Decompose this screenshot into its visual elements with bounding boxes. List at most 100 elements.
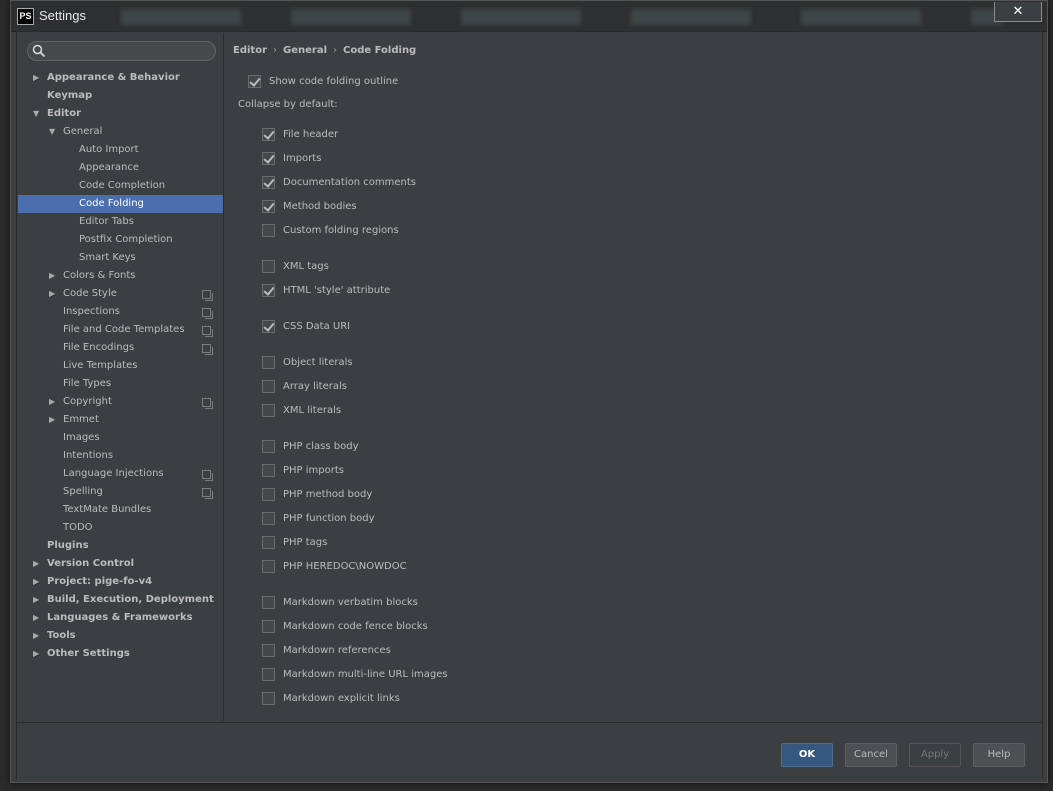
tree-item-intentions[interactable]: Intentions [18, 447, 223, 465]
option-label: PHP tags [283, 537, 328, 548]
tree-item-textmate-bundles[interactable]: TextMate Bundles [18, 501, 223, 519]
option-checkbox[interactable] [262, 464, 275, 477]
tree-item-postfix-completion[interactable]: Postfix Completion [18, 231, 223, 249]
expand-arrow-right-icon[interactable]: ▶ [33, 591, 39, 609]
phpstorm-logo-icon: PS [17, 8, 34, 25]
close-button[interactable]: ✕ [994, 2, 1042, 22]
tree-item-language-injections[interactable]: Language Injections [18, 465, 223, 483]
tree-item-label: TODO [63, 522, 93, 533]
tree-item-general[interactable]: ▼ General [18, 123, 223, 141]
expand-arrow-right-icon[interactable]: ▶ [33, 627, 39, 645]
tree-item-project-pige-fo-v4[interactable]: ▶ Project: pige-fo-v4 [18, 573, 223, 591]
tree-item-editor[interactable]: ▼ Editor [18, 105, 223, 123]
tree-item-languages-frameworks[interactable]: ▶ Languages & Frameworks [18, 609, 223, 627]
ok-button[interactable]: OK [781, 743, 833, 767]
tree-item-live-templates[interactable]: Live Templates [18, 357, 223, 375]
tree-item-label: Project: pige-fo-v4 [47, 576, 153, 587]
tree-item-file-types[interactable]: File Types [18, 375, 223, 393]
option-checkbox[interactable] [262, 260, 275, 273]
tree-item-label: Postfix Completion [79, 234, 173, 245]
search-icon [32, 44, 46, 58]
search-input[interactable] [48, 43, 212, 59]
tree-item-auto-import[interactable]: Auto Import [18, 141, 223, 159]
option-checkbox[interactable] [262, 644, 275, 657]
option-checkbox[interactable] [262, 380, 275, 393]
option-checkbox[interactable] [262, 512, 275, 525]
tree-item-file-encodings[interactable]: File Encodings [18, 339, 223, 357]
tree-item-smart-keys[interactable]: Smart Keys [18, 249, 223, 267]
option-checkbox[interactable] [262, 440, 275, 453]
option-checkbox[interactable] [262, 176, 275, 189]
option-checkbox[interactable] [262, 692, 275, 705]
option-checkbox[interactable] [262, 596, 275, 609]
option-checkbox[interactable] [262, 224, 275, 237]
show-outline-checkbox[interactable] [248, 75, 261, 88]
tree-item-other-settings[interactable]: ▶ Other Settings [18, 645, 223, 663]
tree-item-emmet[interactable]: ▶ Emmet [18, 411, 223, 429]
expand-arrow-right-icon[interactable]: ▶ [33, 573, 39, 591]
tree-item-colors-fonts[interactable]: ▶ Colors & Fonts [18, 267, 223, 285]
option-checkbox[interactable] [262, 320, 275, 333]
expand-arrow-right-icon[interactable]: ▶ [49, 285, 55, 303]
tree-item-code-style[interactable]: ▶ Code Style [18, 285, 223, 303]
tree-item-spelling[interactable]: Spelling [18, 483, 223, 501]
option-label: CSS Data URI [283, 321, 351, 332]
tree-item-build-execution-deployment[interactable]: ▶ Build, Execution, Deployment [18, 591, 223, 609]
option-checkbox[interactable] [262, 668, 275, 681]
tree-item-version-control[interactable]: ▶ Version Control [18, 555, 223, 573]
tree-item-label: Code Style [63, 288, 117, 299]
tree-item-file-and-code-templates[interactable]: File and Code Templates [18, 321, 223, 339]
expand-arrow-right-icon[interactable]: ▶ [49, 393, 55, 411]
option-label: Method bodies [283, 201, 357, 212]
settings-sidebar: ▶ Appearance & Behavior Keymap ▼ Editor ▼ Gene… [18, 33, 224, 721]
apply-button[interactable]: Apply [909, 743, 961, 767]
option-checkbox[interactable] [262, 200, 275, 213]
option-checkbox[interactable] [262, 128, 275, 141]
option-checkbox[interactable] [262, 488, 275, 501]
option-checkbox[interactable] [262, 152, 275, 165]
settings-window: PS Settings ✕ ▶ Appearance & Behavior Keym… [10, 0, 1048, 783]
option-checkbox[interactable] [262, 356, 275, 369]
option-checkbox[interactable] [262, 284, 275, 297]
expand-arrow-right-icon[interactable]: ▶ [49, 267, 55, 285]
search-field[interactable] [27, 41, 216, 61]
option-label: Markdown explicit links [283, 693, 400, 704]
expand-arrow-down-icon[interactable]: ▼ [33, 105, 39, 123]
tree-item-editor-tabs[interactable]: Editor Tabs [18, 213, 223, 231]
expand-arrow-right-icon[interactable]: ▶ [33, 645, 39, 663]
option-label: Imports [283, 153, 322, 164]
tree-item-appearance-behavior[interactable]: ▶ Appearance & Behavior [18, 69, 223, 87]
option-label: Array literals [283, 381, 347, 392]
project-scope-icon [202, 326, 213, 337]
expand-arrow-right-icon[interactable]: ▶ [33, 555, 39, 573]
option-checkbox[interactable] [262, 620, 275, 633]
tree-item-keymap[interactable]: Keymap [18, 87, 223, 105]
tree-item-inspections[interactable]: Inspections [18, 303, 223, 321]
breadcrumb-general: General [283, 45, 327, 56]
tree-item-images[interactable]: Images [18, 429, 223, 447]
option-checkbox[interactable] [262, 560, 275, 573]
expand-arrow-right-icon[interactable]: ▶ [33, 609, 39, 627]
tree-item-todo[interactable]: TODO [18, 519, 223, 537]
tree-item-label: Inspections [63, 306, 120, 317]
option-label: XML literals [283, 405, 342, 416]
help-button[interactable]: Help [973, 743, 1025, 767]
tree-item-appearance[interactable]: Appearance [18, 159, 223, 177]
tree-item-label: Build, Execution, Deployment [47, 594, 214, 605]
expand-arrow-down-icon[interactable]: ▼ [49, 123, 55, 141]
tree-item-label: Smart Keys [79, 252, 136, 263]
close-icon[interactable]: ✕ [1013, 4, 1024, 19]
option-checkbox[interactable] [262, 404, 275, 417]
expand-arrow-right-icon[interactable]: ▶ [49, 411, 55, 429]
tree-item-label: Editor [47, 108, 81, 119]
tree-item-copyright[interactable]: ▶ Copyright [18, 393, 223, 411]
tree-item-code-folding[interactable]: Code Folding [18, 195, 223, 213]
cancel-button[interactable]: Cancel [845, 743, 897, 767]
tree-item-label: Live Templates [63, 360, 138, 371]
tree-item-label: Intentions [63, 450, 114, 461]
option-checkbox[interactable] [262, 536, 275, 549]
expand-arrow-right-icon[interactable]: ▶ [33, 69, 39, 87]
tree-item-tools[interactable]: ▶ Tools [18, 627, 223, 645]
tree-item-plugins[interactable]: Plugins [18, 537, 223, 555]
tree-item-code-completion[interactable]: Code Completion [18, 177, 223, 195]
